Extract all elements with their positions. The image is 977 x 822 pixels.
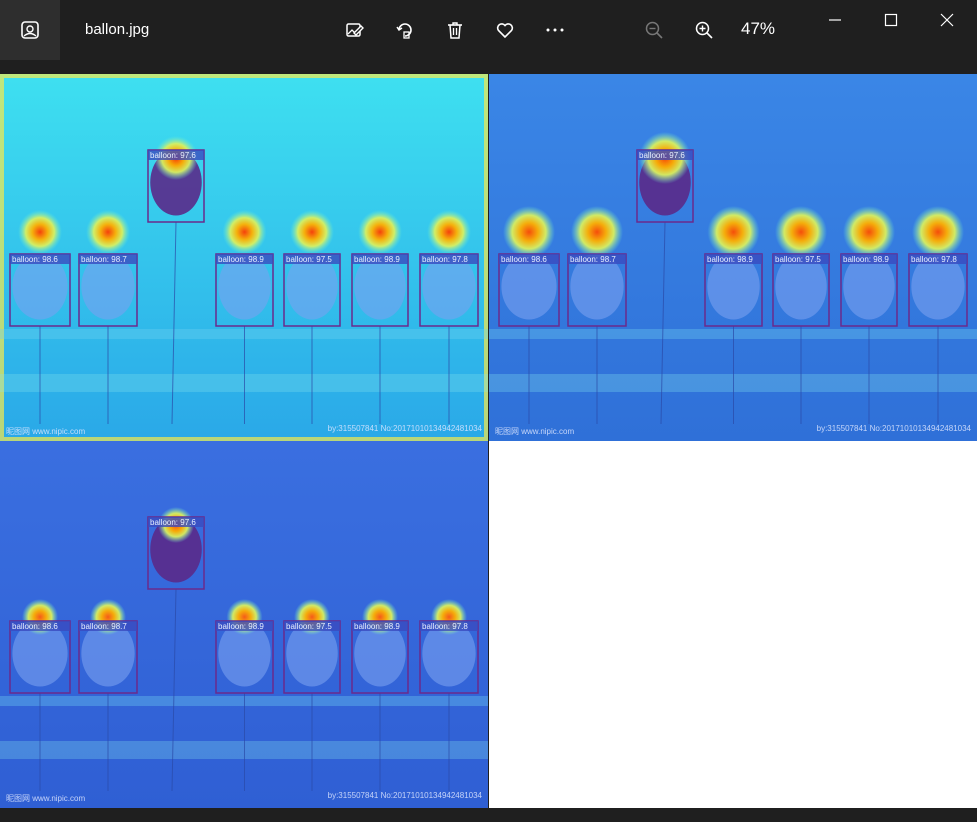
rotate-icon	[396, 23, 412, 39]
empty-panel	[489, 441, 977, 808]
minimize-button[interactable]	[807, 0, 863, 40]
heatmap-panel-3: balloon: 97.6 balloon: 98.6 balloon: 98.7 b…	[0, 441, 488, 808]
detection-label: balloon: 98.9	[218, 622, 264, 631]
detection-label: balloon: 97.8	[422, 622, 468, 631]
image-canvas[interactable]: balloon: 97.6 balloon: 98.6 balloon: 98.7 b…	[0, 74, 977, 808]
detection-label: balloon: 97.5	[286, 622, 332, 631]
detection-label: balloon: 98.6	[12, 622, 58, 631]
detection-label: balloon: 98.7	[570, 255, 616, 264]
image-icon	[21, 21, 39, 39]
title-bar: ballon.jpg 47%	[0, 0, 977, 60]
heat-spot	[358, 210, 402, 254]
maximize-button[interactable]	[863, 0, 919, 40]
heat-spot	[18, 210, 62, 254]
heat-spot	[222, 210, 267, 254]
heart-icon	[496, 23, 514, 39]
heat-spot	[290, 210, 334, 254]
detection-label: balloon: 98.9	[843, 255, 889, 264]
detection-label: balloon: 98.7	[81, 622, 127, 631]
detection-label: balloon: 98.9	[218, 255, 264, 264]
heatmap-image: balloon: 97.6 balloon: 98.6 balloon: 98.7 b…	[0, 441, 488, 808]
close-button[interactable]	[919, 0, 975, 40]
zoom-out-button[interactable]	[639, 15, 669, 45]
heat-spot	[571, 206, 623, 258]
detection-label: balloon: 97.5	[775, 255, 821, 264]
maximize-icon	[884, 13, 898, 27]
detection-label: balloon: 97.8	[422, 255, 468, 264]
heatmap-image: balloon: 97.6 balloon: 98.6 balloon: 98.7 b…	[489, 74, 977, 441]
detection-label: balloon: 98.9	[707, 255, 753, 264]
zoom-out-icon	[645, 21, 663, 39]
detection-label: balloon: 97.8	[911, 255, 957, 264]
heat-spot	[86, 210, 130, 254]
heat-spot	[503, 206, 555, 258]
watermark-left: 昵图网 www.nipic.com	[495, 427, 574, 436]
watermark-left: 昵图网 www.nipic.com	[6, 427, 85, 436]
zoom-in-icon	[695, 21, 713, 39]
zoom-in-button[interactable]	[689, 15, 719, 45]
heatmap-panel-1: balloon: 97.6 balloon: 98.6 balloon: 98.7 b…	[0, 74, 488, 441]
close-icon	[940, 13, 954, 27]
heatmap-panel-2: balloon: 97.6 balloon: 98.6 balloon: 98.7 b…	[489, 74, 977, 441]
heat-spot	[775, 206, 827, 258]
edit-image-button[interactable]	[340, 15, 370, 45]
watermark-left: 昵图网 www.nipic.com	[6, 794, 85, 803]
detection-label: balloon: 98.7	[81, 255, 127, 264]
heat-spot	[707, 206, 760, 258]
watermark-right: by:315507841 No:20171010134942481034	[328, 424, 483, 433]
detection-label: balloon: 98.9	[354, 255, 400, 264]
zoom-level[interactable]: 47%	[741, 19, 775, 39]
more-icon	[546, 28, 564, 32]
window-title: ballon.jpg	[85, 21, 150, 38]
watermark-right: by:315507841 No:20171010134942481034	[328, 791, 483, 800]
detection-label: balloon: 97.5	[286, 255, 332, 264]
delete-button[interactable]	[440, 15, 470, 45]
detection-label: balloon: 97.6	[150, 518, 196, 527]
detection-label: balloon: 98.9	[354, 622, 400, 631]
heat-spot	[427, 210, 471, 254]
heatmap-image: balloon: 97.6 balloon: 98.6 balloon: 98.7 b…	[0, 74, 488, 441]
minimize-icon	[829, 19, 841, 21]
photos-app-icon[interactable]	[0, 0, 60, 60]
detection-label: balloon: 97.6	[639, 151, 685, 160]
favorite-button[interactable]	[490, 15, 520, 45]
rotate-button[interactable]	[390, 15, 420, 45]
trash-icon	[448, 22, 462, 39]
detection-label: balloon: 97.6	[150, 151, 196, 160]
more-button[interactable]	[540, 15, 570, 45]
heat-spot	[843, 206, 895, 258]
edit-image-icon	[346, 23, 364, 37]
detection-label: balloon: 98.6	[12, 255, 58, 264]
watermark-right: by:315507841 No:20171010134942481034	[817, 424, 972, 433]
bottom-bar	[0, 808, 977, 822]
detection-label: balloon: 98.6	[501, 255, 547, 264]
heat-spot	[912, 206, 964, 258]
